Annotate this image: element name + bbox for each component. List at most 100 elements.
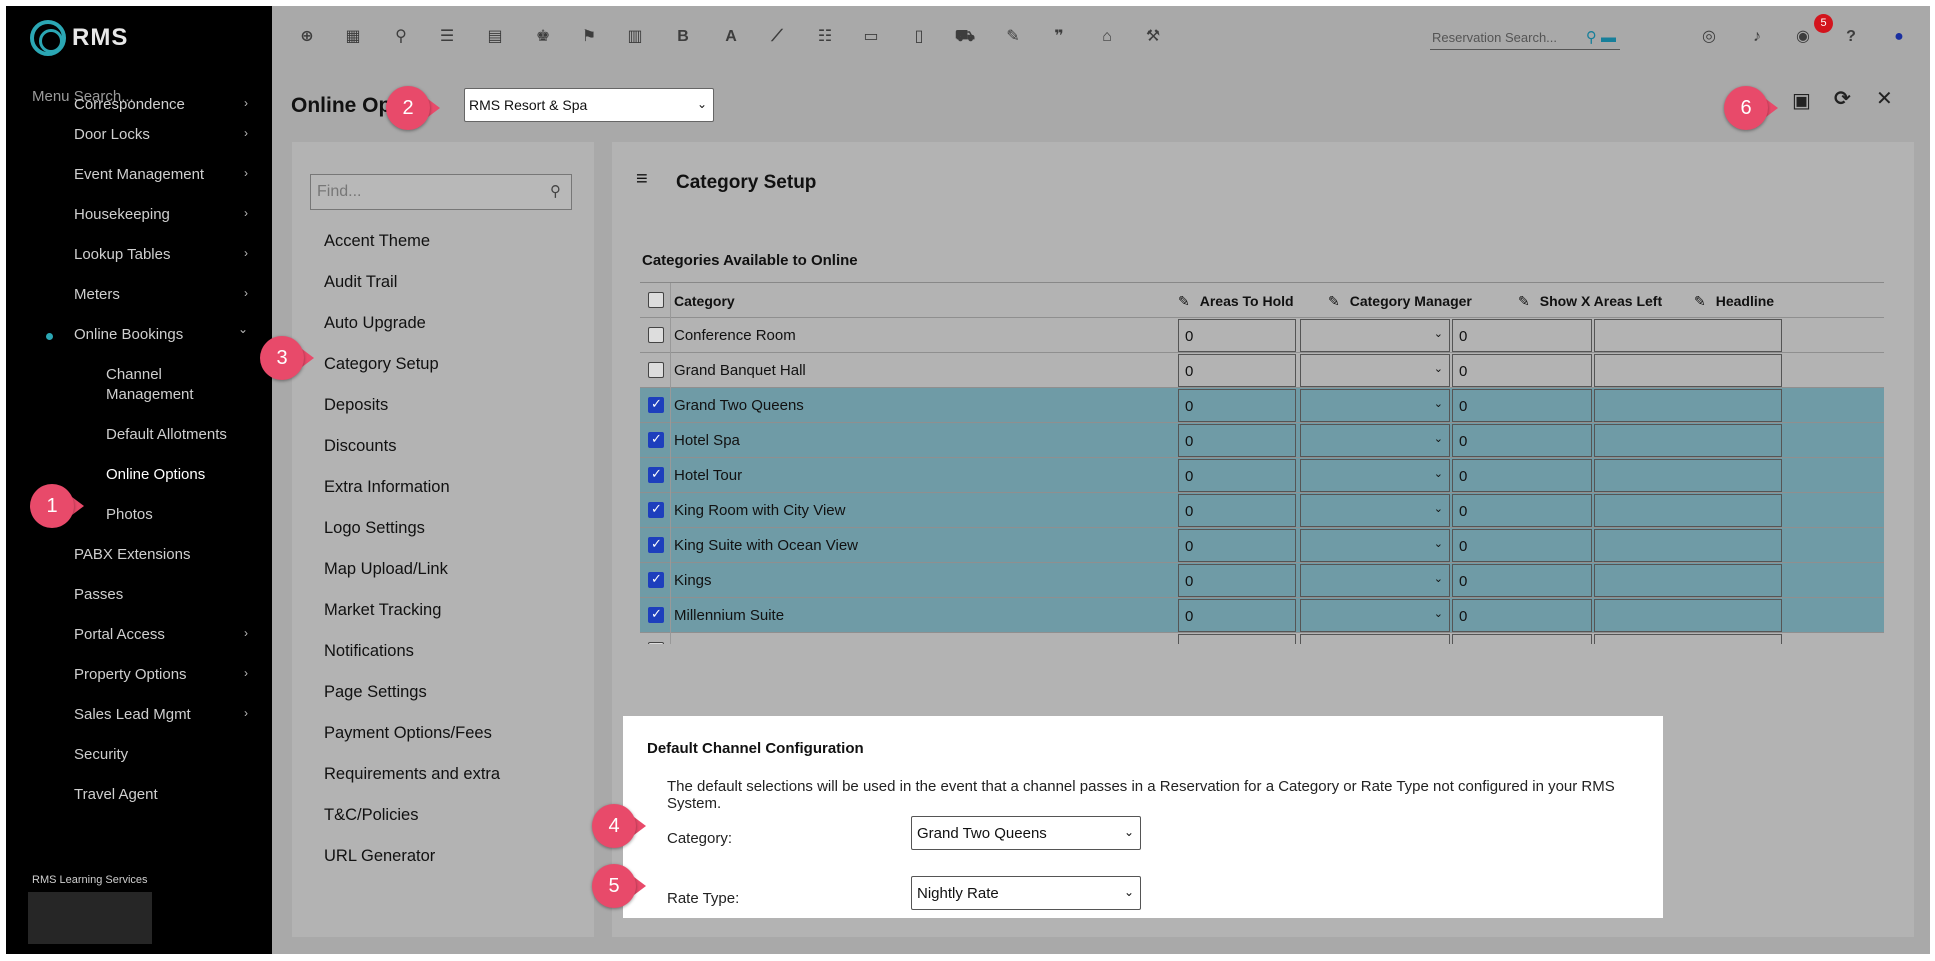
save-icon[interactable]: ▣ [1792, 88, 1811, 113]
pencil-icon[interactable]: ✎ [1328, 293, 1340, 309]
row-checkbox[interactable] [648, 431, 664, 448]
select-all-checkbox[interactable] [648, 292, 664, 308]
category-manager-select[interactable]: ⌄ [1300, 319, 1450, 352]
areas-to-hold-input[interactable]: 0 [1178, 389, 1296, 422]
areas-to-hold-input[interactable]: 0 [1178, 319, 1296, 352]
default-rate-type-select[interactable]: Nightly Rate ⌄ [911, 876, 1141, 910]
menu-item-requirements[interactable]: Requirements and extra [324, 765, 500, 784]
category-manager-select[interactable]: ⌄ [1300, 564, 1450, 597]
sliders-icon[interactable]: ☰ [436, 26, 458, 48]
bell-icon[interactable]: ♪ [1746, 26, 1768, 48]
headline-input[interactable] [1594, 459, 1782, 492]
row-checkbox[interactable] [648, 571, 664, 588]
menu-item-url-generator[interactable]: URL Generator [324, 847, 435, 866]
help-icon[interactable]: ? [1840, 26, 1862, 48]
menu-item-page-settings[interactable]: Page Settings [324, 683, 427, 702]
show-x-areas-left-input[interactable]: 0 [1452, 564, 1592, 597]
category-manager-select[interactable]: ⌄ [1300, 494, 1450, 527]
table-row[interactable]: Grand Two Queens 0 ⌄ 0 [640, 388, 1884, 423]
card-icon[interactable]: ▭ [860, 26, 882, 48]
search-bed-icon[interactable]: ⚲ ▬ [1586, 28, 1616, 46]
table-row[interactable]: Millennium Suite 0 ⌄ 0 [640, 598, 1884, 633]
show-x-areas-left-input[interactable]: 0 [1452, 529, 1592, 562]
bold-b-icon[interactable]: B [672, 26, 694, 48]
headline-input[interactable] [1594, 319, 1782, 352]
headline-input[interactable] [1594, 389, 1782, 422]
cart-icon[interactable]: ⛟ [954, 26, 976, 48]
hamburger-menu-icon[interactable]: ≡ [636, 168, 648, 191]
table-row[interactable]: Poolside Play 0 ⌄ 0 [640, 633, 1884, 644]
show-x-areas-left-input[interactable]: 0 [1452, 389, 1592, 422]
checklist-icon[interactable]: ☷ [814, 26, 836, 48]
menu-item-tc-policies[interactable]: T&C/Policies [324, 806, 418, 825]
headline-input[interactable] [1594, 529, 1782, 562]
headline-input[interactable] [1594, 494, 1782, 527]
category-manager-select[interactable]: ⌄ [1300, 389, 1450, 422]
category-manager-select[interactable]: ⌄ [1300, 354, 1450, 387]
menu-item-category-setup[interactable]: Category Setup [324, 355, 439, 374]
map-pin-icon[interactable]: ⚑ [578, 26, 600, 48]
refresh-icon[interactable]: ⟳ [1834, 86, 1851, 111]
quote-icon[interactable]: ❞ [1048, 26, 1070, 48]
add-icon[interactable]: ⊕ [296, 26, 318, 48]
menu-item-deposits[interactable]: Deposits [324, 396, 388, 415]
menu-item-accent-theme[interactable]: Accent Theme [324, 232, 430, 251]
areas-to-hold-input[interactable]: 0 [1178, 564, 1296, 597]
areas-to-hold-input[interactable]: 0 [1178, 529, 1296, 562]
rms-logo[interactable]: RMS [30, 20, 128, 56]
show-x-areas-left-input[interactable]: 0 [1452, 634, 1592, 644]
people-icon[interactable]: ♚ [532, 26, 554, 48]
headline-input[interactable] [1594, 564, 1782, 597]
pencil-icon[interactable]: ✎ [1694, 293, 1706, 309]
row-checkbox[interactable] [648, 396, 664, 413]
find-input[interactable]: Find... ⚲ [310, 174, 572, 210]
row-checkbox[interactable] [648, 606, 664, 623]
hammer-icon[interactable]: ⚒ [1142, 26, 1164, 48]
row-checkbox[interactable] [648, 501, 664, 518]
map-icon[interactable]: ▥ [624, 26, 646, 48]
headline-input[interactable] [1594, 599, 1782, 632]
sidebar-item-correspondence[interactable]: Correspondence › [6, 94, 272, 116]
areas-to-hold-input[interactable]: 0 [1178, 354, 1296, 387]
user-icon[interactable]: ● [1888, 26, 1910, 48]
chart-icon[interactable]: ⟋ [766, 26, 788, 48]
menu-item-extra-information[interactable]: Extra Information [324, 478, 450, 497]
areas-to-hold-input[interactable]: 0 [1178, 599, 1296, 632]
areas-to-hold-input[interactable]: 0 [1178, 494, 1296, 527]
menu-item-map-upload[interactable]: Map Upload/Link [324, 560, 448, 579]
table-row[interactable]: Hotel Tour 0 ⌄ 0 [640, 458, 1884, 493]
table-row[interactable]: Kings 0 ⌄ 0 [640, 563, 1884, 598]
reservation-search-input[interactable]: Reservation Search... ⚲ ▬ [1430, 26, 1620, 50]
pencil-icon[interactable]: ✎ [1178, 293, 1190, 309]
property-select[interactable]: RMS Resort & Spa ⌄ [464, 88, 714, 122]
areas-to-hold-input[interactable]: 0 [1178, 459, 1296, 492]
menu-item-discounts[interactable]: Discounts [324, 437, 396, 456]
search-icon[interactable]: ⚲ [390, 26, 412, 48]
globe-icon[interactable]: ◎ [1698, 26, 1720, 48]
grid-icon[interactable]: ▤ [484, 26, 506, 48]
show-x-areas-left-input[interactable]: 0 [1452, 319, 1592, 352]
document-icon[interactable]: ▯ [908, 26, 930, 48]
headline-input[interactable] [1594, 354, 1782, 387]
menu-item-audit-trail[interactable]: Audit Trail [324, 273, 397, 292]
category-manager-select[interactable]: ⌄ [1300, 599, 1450, 632]
row-checkbox[interactable] [648, 536, 664, 553]
menu-item-notifications[interactable]: Notifications [324, 642, 414, 661]
areas-to-hold-input[interactable]: 0 [1178, 424, 1296, 457]
headline-input[interactable] [1594, 634, 1782, 644]
show-x-areas-left-input[interactable]: 0 [1452, 424, 1592, 457]
calendar-icon[interactable]: ▦ [342, 26, 364, 48]
close-icon[interactable]: ✕ [1876, 86, 1893, 111]
category-manager-select[interactable]: ⌄ [1300, 634, 1450, 644]
show-x-areas-left-input[interactable]: 0 [1452, 599, 1592, 632]
table-row[interactable]: Conference Room 0 ⌄ 0 [640, 318, 1884, 353]
show-x-areas-left-input[interactable]: 0 [1452, 354, 1592, 387]
show-x-areas-left-input[interactable]: 0 [1452, 494, 1592, 527]
chat-icon[interactable]: ◉ [1792, 26, 1814, 48]
row-checkbox[interactable] [648, 466, 664, 483]
category-manager-select[interactable]: ⌄ [1300, 529, 1450, 562]
row-checkbox[interactable] [648, 327, 664, 343]
pencil-icon[interactable]: ✎ [1518, 293, 1530, 309]
menu-item-logo-settings[interactable]: Logo Settings [324, 519, 425, 538]
table-row[interactable]: King Suite with Ocean View 0 ⌄ 0 [640, 528, 1884, 563]
